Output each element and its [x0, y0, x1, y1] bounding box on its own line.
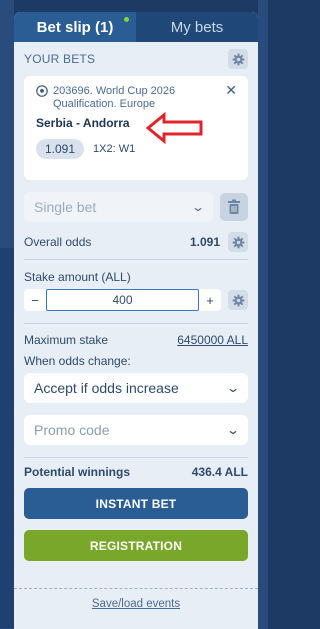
tab-my-bets[interactable]: My bets	[136, 12, 258, 42]
stake-minus-button[interactable]: −	[24, 289, 46, 311]
selection-type: 1X2: W1	[93, 143, 136, 155]
event-info: 203696. World Cup 2026 Qualification. Eu…	[36, 85, 236, 111]
settings-gear-icon[interactable]	[228, 49, 248, 69]
stake-settings-gear-icon[interactable]	[228, 290, 248, 310]
red-arrow-annotation-icon	[146, 112, 203, 144]
notification-dot	[124, 17, 129, 22]
stake-plus-button[interactable]: +	[199, 289, 221, 311]
instant-bet-button[interactable]: INSTANT BET	[24, 488, 248, 519]
chevron-down-icon: ⌄	[225, 381, 241, 395]
footer: Save/load events	[14, 588, 258, 618]
overall-odds-value: 1.091	[189, 235, 220, 249]
delete-trash-icon[interactable]	[220, 193, 248, 221]
stake-row: − +	[14, 289, 258, 311]
event-name-line2: Qualification. Europe	[53, 98, 156, 110]
your-bets-label: YOUR BETS	[24, 52, 96, 66]
overall-odds-label: Overall odds	[24, 235, 92, 249]
max-stake-label: Maximum stake	[24, 333, 109, 347]
bet-slip-panel: Bet slip (1) My bets YOUR BETS 203696. W…	[14, 12, 258, 629]
registration-button[interactable]: REGISTRATION	[24, 530, 248, 561]
chevron-down-icon: ⌄	[225, 423, 241, 437]
max-stake-link[interactable]: 6450000 ALL	[177, 333, 248, 347]
tab-bet-slip-label: Bet slip (1)	[36, 18, 114, 36]
background-left-band	[0, 248, 14, 628]
your-bets-header: YOUR BETS	[14, 42, 258, 76]
background-right	[258, 0, 268, 629]
soccer-ball-icon	[36, 85, 48, 100]
odds-change-value: Accept if odds increase	[34, 380, 179, 396]
tab-bar: Bet slip (1) My bets	[14, 12, 258, 42]
odds-change-label: When odds change:	[24, 354, 131, 368]
stake-amount-input[interactable]	[46, 289, 199, 311]
bet-type-row: Single bet ⌄	[14, 192, 258, 222]
event-name: 203696. World Cup 2026 Qualification. Eu…	[53, 85, 175, 111]
overall-odds-row: Overall odds 1.091	[14, 225, 258, 259]
save-load-events-link[interactable]: Save/load events	[92, 598, 180, 610]
odds-change-select[interactable]: Accept if odds increase ⌄	[24, 373, 248, 403]
odds-pill: 1.091	[36, 139, 85, 159]
event-name-line1: 203696. World Cup 2026	[53, 85, 176, 97]
potential-winnings-value: 436.4 ALL	[191, 465, 248, 479]
chevron-down-icon: ⌄	[190, 200, 206, 214]
potential-winnings-row: Potential winnings 436.4 ALL	[14, 458, 258, 486]
bet-type-select[interactable]: Single bet ⌄	[24, 192, 213, 222]
promo-row: Promo code ⌄	[14, 415, 258, 445]
match-title: Serbia - Andorra	[36, 116, 130, 130]
bet-type-value: Single bet	[34, 199, 97, 215]
stake-label: Stake amount (ALL)	[24, 270, 131, 284]
divider	[24, 323, 248, 324]
promo-code-placeholder: Promo code	[34, 422, 110, 438]
tab-bet-slip[interactable]: Bet slip (1)	[14, 12, 136, 42]
tab-my-bets-label: My bets	[170, 18, 224, 36]
odds-change-row: Accept if odds increase ⌄	[14, 373, 258, 403]
max-stake-row: Maximum stake 6450000 ALL	[14, 326, 258, 354]
remove-bet-close-icon[interactable]: ✕	[225, 82, 237, 99]
odds-settings-gear-icon[interactable]	[228, 232, 248, 252]
potential-winnings-label: Potential winnings	[24, 465, 131, 479]
promo-code-select[interactable]: Promo code ⌄	[24, 415, 248, 445]
odds-row: 1.091 1X2: W1	[36, 139, 236, 159]
bet-card: 203696. World Cup 2026 Qualification. Eu…	[24, 76, 248, 180]
stake-stepper: − +	[24, 289, 221, 311]
